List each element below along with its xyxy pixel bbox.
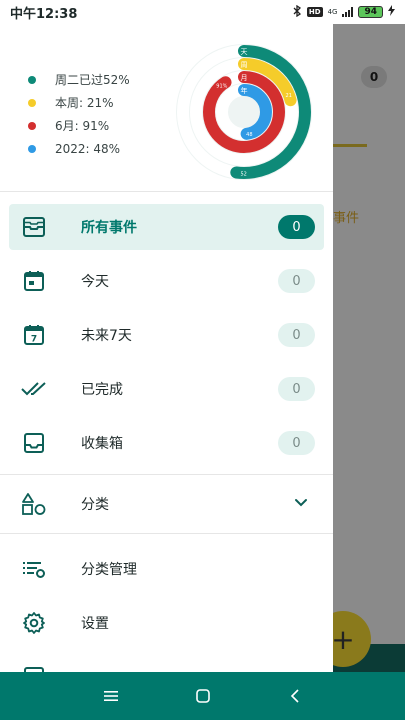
week-ring-label: 周 — [241, 61, 248, 69]
progress-header: 周二已过52% 本周: 21% 6月: 91% 2022: 48% 天 52 周 21 月 91… — [0, 24, 333, 192]
category-management-label: 分类管理 — [81, 562, 137, 578]
calendar-seven-icon: 7 — [20, 321, 48, 349]
status-icons: HD 4G 94 — [293, 4, 395, 20]
bluetooth-icon — [293, 4, 302, 20]
hd-badge: HD — [306, 7, 323, 17]
progress-legend: 周二已过52% 本周: 21% 6月: 91% 2022: 48% — [28, 68, 130, 160]
count-badge: 0 — [278, 269, 315, 293]
menu-item-label: 所有事件 — [81, 220, 137, 236]
status-bar: 中午12:38 HD 4G 94 — [0, 0, 405, 24]
system-navigation-bar — [0, 672, 405, 720]
count-badge: 0 — [278, 431, 315, 455]
legend-item: 本周: 21% — [28, 91, 130, 114]
legend-label: 6月: 91% — [55, 119, 110, 133]
battery-indicator: 94 — [358, 6, 383, 18]
charging-icon — [388, 5, 395, 19]
background-tab-indicator — [333, 144, 367, 147]
legend-dot — [28, 98, 36, 107]
menu-icon[interactable] — [101, 686, 121, 706]
list-settings-icon — [20, 555, 48, 583]
count-badge: 0 — [278, 215, 315, 239]
progress-rings: 天 52 周 21 月 91% 年 48 — [176, 44, 312, 180]
legend-item: 2022: 48% — [28, 137, 130, 160]
week-ring-end-label: 21 — [286, 93, 292, 99]
categories-label: 分类 — [81, 497, 109, 513]
network-type: 4G — [327, 8, 338, 16]
signal-icon — [342, 7, 354, 17]
menu-item[interactable]: 收集箱 0 — [9, 420, 324, 466]
home-icon[interactable] — [193, 686, 213, 706]
navigation-drawer: 周二已过52% 本周: 21% 6月: 91% 2022: 48% 天 52 周 21 月 91… — [0, 24, 333, 672]
menu-item-label: 已完成 — [81, 382, 123, 398]
legend-label: 本周: 21% — [55, 96, 114, 110]
day-ring-end-label: 52 — [240, 171, 246, 177]
background-tab-label: 事件 — [333, 211, 360, 226]
year-ring-label: 年 — [241, 86, 248, 95]
legend-item: 周二已过52% — [28, 68, 130, 91]
menu-item-label: 今天 — [81, 274, 109, 290]
year-ring-end-label: 48 — [246, 132, 252, 138]
menu-item[interactable]: 今天 0 — [9, 258, 324, 304]
count-badge: 0 — [278, 377, 315, 401]
double-check-icon — [20, 375, 48, 403]
gear-icon — [20, 609, 48, 637]
month-ring-label: 月 — [241, 74, 248, 82]
svg-text:7: 7 — [31, 335, 37, 345]
menu-item[interactable]: 已完成 0 — [9, 366, 324, 412]
category-management-item[interactable]: 分类管理 — [9, 546, 324, 592]
status-time: 中午12:38 — [10, 6, 78, 22]
tray-icon — [20, 429, 48, 457]
legend-dot — [28, 121, 36, 130]
day-ring-label: 天 — [241, 48, 248, 56]
shapes-icon — [20, 490, 48, 518]
document-icon — [20, 663, 48, 672]
settings-item[interactable]: 设置 — [9, 600, 324, 646]
inbox-stack-icon — [20, 213, 48, 241]
legend-item: 6月: 91% — [28, 114, 130, 137]
calendar-today-icon — [20, 267, 48, 295]
count-badge: 0 — [278, 323, 315, 347]
menu-item-label: 未来7天 — [81, 328, 132, 344]
menu-item[interactable]: 7 未来7天 0 — [9, 312, 324, 358]
legend-label: 2022: 48% — [55, 141, 121, 156]
drawer-menu: 所有事件 0 今天 0 7 未来7天 0 已完成 0 收集箱 0 — [0, 192, 333, 466]
menu-item-label: 收集箱 — [81, 436, 123, 452]
legend-dot — [28, 75, 36, 84]
more-item-partial[interactable] — [9, 654, 324, 672]
legend-dot — [28, 144, 36, 153]
menu-item[interactable]: 所有事件 0 — [9, 204, 324, 250]
settings-label: 设置 — [81, 616, 109, 632]
background-count-badge: 0 — [361, 66, 387, 88]
back-icon[interactable] — [285, 686, 305, 706]
month-ring-end-label: 91% — [216, 83, 227, 89]
chevron-down-icon[interactable] — [294, 495, 308, 514]
legend-label: 周二已过52% — [55, 73, 130, 87]
categories-section[interactable]: 分类 — [9, 481, 324, 527]
